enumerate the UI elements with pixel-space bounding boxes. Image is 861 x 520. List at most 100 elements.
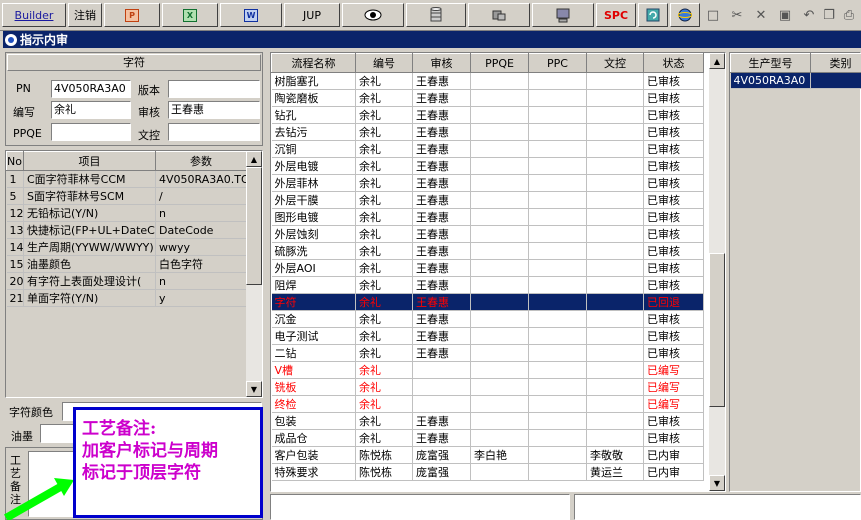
table-row[interactable]: 沉金 余礼 王春惠 已审核 [271,310,704,328]
model-cell-model[interactable]: 4V050RA3A0 [730,72,811,89]
process-cell-status[interactable]: 已审核 [643,344,704,362]
logout-button[interactable]: 注销 [68,3,102,27]
process-cell-doc[interactable] [586,89,644,107]
process-cell-ppc[interactable] [528,140,587,158]
table-row[interactable]: 12 无铅标记(Y/N) n [6,204,247,222]
process-cell-status[interactable]: 已回退 [643,293,704,311]
process-cell-name[interactable]: 客户包装 [271,446,356,464]
process-cell-code[interactable]: 余礼 [355,225,413,243]
process-cell-code[interactable]: 余礼 [355,157,413,175]
process-cell-doc[interactable] [586,106,644,124]
param-cell-item[interactable]: C面字符菲林号CCM [23,170,156,188]
param-cell-param[interactable]: n [155,272,247,290]
process-cell-doc[interactable] [586,429,644,447]
process-cell-status[interactable]: 已编写 [643,395,704,413]
process-cell-code[interactable]: 余礼 [355,259,413,277]
process-cell-code[interactable]: 陈悦栋 [355,463,413,481]
table-row[interactable]: 4V050RA3A0 [730,72,861,89]
process-cell-code[interactable]: 余礼 [355,174,413,192]
process-cell-review[interactable]: 王春惠 [412,310,471,328]
process-cell-code[interactable]: 余礼 [355,412,413,430]
process-cell-status[interactable]: 已审核 [643,89,704,107]
save-icon[interactable]: ▣ [774,4,796,26]
process-cell-ppqe[interactable]: 李白艳 [470,446,529,464]
process-cell-doc[interactable] [586,72,644,90]
process-cell-name[interactable]: 树脂塞孔 [271,72,356,90]
process-cell-ppc[interactable] [528,378,587,396]
process-cell-ppc[interactable] [528,412,587,430]
scroll-up-icon[interactable]: ▲ [246,151,262,167]
process-col-name[interactable]: 流程名称 [271,53,356,73]
table-row[interactable]: 15 油墨颜色 白色字符 [6,255,247,273]
process-cell-ppqe[interactable] [470,293,529,311]
table-row[interactable]: 外层蚀刻 余礼 王春惠 已审核 [271,225,704,243]
process-cell-status[interactable]: 已审核 [643,225,704,243]
table-row[interactable]: 客户包装 陈悦栋 庞富强 李白艳 李敬敬 已内审 [271,446,704,464]
process-cell-doc[interactable]: 黄运兰 [586,463,644,481]
param-cell-no[interactable]: 21 [6,289,24,307]
process-cell-doc[interactable] [586,242,644,260]
process-cell-status[interactable]: 已审核 [643,140,704,158]
table-row[interactable]: 铣板 余礼 已编写 [271,378,704,396]
process-cell-doc[interactable] [586,123,644,141]
process-cell-review[interactable] [412,361,471,379]
browser-button[interactable] [670,3,700,27]
process-col-ppc[interactable]: PPC [528,53,587,73]
process-cell-status[interactable]: 已审核 [643,259,704,277]
new-document-icon[interactable]: □ [702,4,724,26]
bottom-input-left[interactable] [270,494,570,520]
jump-button[interactable]: JUP [284,3,340,27]
process-cell-name[interactable]: 阻焊 [271,276,356,294]
version-field[interactable] [168,80,260,98]
process-cell-review[interactable]: 庞富强 [412,463,471,481]
process-cell-status[interactable]: 已审核 [643,412,704,430]
process-cell-ppc[interactable] [528,395,587,413]
process-cell-ppqe[interactable] [470,191,529,209]
process-cell-code[interactable]: 余礼 [355,208,413,226]
process-cell-ppqe[interactable] [470,327,529,345]
process-cell-ppc[interactable] [528,429,587,447]
table-row[interactable]: 硫豚洗 余礼 王春惠 已审核 [271,242,704,260]
process-cell-review[interactable]: 王春惠 [412,276,471,294]
process-cell-name[interactable]: 钻孔 [271,106,356,124]
table-row[interactable]: 电子测试 余礼 王春惠 已审核 [271,327,704,345]
process-cell-name[interactable]: 铣板 [271,378,356,396]
excel-export-button[interactable]: X [162,3,218,27]
table-row[interactable]: 1 C面字符菲林号CCM 4V050RA3A0.TO [6,170,247,188]
param-cell-no[interactable]: 13 [6,221,24,239]
process-cell-doc[interactable] [586,395,644,413]
process-cell-doc[interactable] [586,191,644,209]
database-button[interactable] [406,3,466,27]
scroll-down-icon[interactable]: ▼ [246,381,262,397]
param-cell-param[interactable]: n [155,204,247,222]
process-cell-name[interactable]: 沉金 [271,310,356,328]
table-row[interactable]: 20 有字符上表面处理设计(n [6,272,247,290]
process-cell-code[interactable]: 余礼 [355,191,413,209]
process-cell-status[interactable]: 已审核 [643,242,704,260]
process-cell-ppc[interactable] [528,89,587,107]
process-cell-code[interactable]: 余礼 [355,106,413,124]
model-col-category[interactable]: 类别 [810,53,861,73]
process-cell-status[interactable]: 已编写 [643,361,704,379]
process-cell-ppqe[interactable] [470,123,529,141]
process-cell-doc[interactable] [586,378,644,396]
param-cell-item[interactable]: 单面字符(Y/N) [23,289,156,307]
process-cell-review[interactable]: 王春惠 [412,123,471,141]
process-cell-ppc[interactable] [528,344,587,362]
computer-button[interactable] [532,3,594,27]
process-col-review[interactable]: 审核 [412,53,471,73]
process-cell-ppc[interactable] [528,208,587,226]
table-row[interactable]: 外层电镀 余礼 王春惠 已审核 [271,157,704,175]
process-cell-review[interactable] [412,395,471,413]
process-cell-code[interactable]: 余礼 [355,123,413,141]
process-cell-ppqe[interactable] [470,276,529,294]
param-cell-item[interactable]: 油墨颜色 [23,255,156,273]
process-cell-code[interactable]: 余礼 [355,361,413,379]
table-row[interactable]: 成品仓 余礼 王春惠 已审核 [271,429,704,447]
param-cell-param[interactable]: wwyy [155,238,247,256]
process-cell-code[interactable]: 余礼 [355,72,413,90]
process-cell-status[interactable]: 已审核 [643,106,704,124]
process-cell-code[interactable]: 余礼 [355,140,413,158]
scroll-up-icon[interactable]: ▲ [709,53,725,69]
process-cell-status[interactable]: 已内审 [643,463,704,481]
